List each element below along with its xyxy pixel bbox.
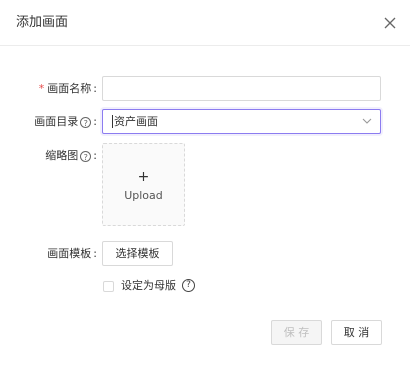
question-icon[interactable]: ? — [80, 151, 92, 162]
label-colon: : — [93, 115, 97, 128]
template-label: 画面模板: — [47, 247, 97, 261]
set-master-checkbox[interactable] — [103, 281, 114, 292]
label-colon: : — [93, 82, 97, 95]
required-mark: * — [38, 82, 45, 95]
question-icon[interactable]: ? — [80, 117, 92, 128]
screen-directory-label: 画面目录?: — [34, 115, 97, 129]
screen-name-input[interactable] — [103, 77, 380, 100]
label-colon: : — [93, 149, 97, 162]
add-screen-dialog: 添加画面 * 画面名称: 画面目录?: 资产画面 缩略图?: + Upload 画… — [0, 0, 410, 386]
screen-name-input-wrapper — [102, 76, 381, 101]
select-template-button[interactable]: 选择模板 — [102, 241, 173, 266]
screen-name-label-text: 画面名称 — [47, 82, 92, 95]
thumbnail-label: 缩略图?: — [45, 149, 97, 163]
screen-directory-select[interactable]: 资产画面 — [102, 109, 381, 134]
save-button[interactable]: 保 存 — [271, 320, 322, 345]
dialog-header: 添加画面 — [0, 0, 410, 46]
text-cursor — [112, 115, 113, 128]
label-colon: : — [93, 247, 97, 260]
chevron-down-icon — [362, 118, 372, 124]
plus-icon: + — [137, 169, 150, 185]
template-label-text: 画面模板 — [47, 247, 92, 260]
question-icon[interactable]: ? — [182, 279, 195, 292]
thumbnail-label-text: 缩略图 — [45, 149, 79, 162]
upload-text: Upload — [124, 189, 163, 202]
set-master-label: 设定为母版 — [121, 279, 176, 292]
close-icon[interactable] — [382, 15, 398, 31]
screen-directory-value: 资产画面 — [114, 115, 158, 128]
screen-directory-label-text: 画面目录 — [34, 115, 79, 128]
thumbnail-upload[interactable]: + Upload — [102, 143, 185, 226]
dialog-title: 添加画面 — [16, 15, 69, 30]
screen-name-label: * 画面名称: — [39, 82, 97, 96]
cancel-button[interactable]: 取 消 — [331, 320, 382, 345]
